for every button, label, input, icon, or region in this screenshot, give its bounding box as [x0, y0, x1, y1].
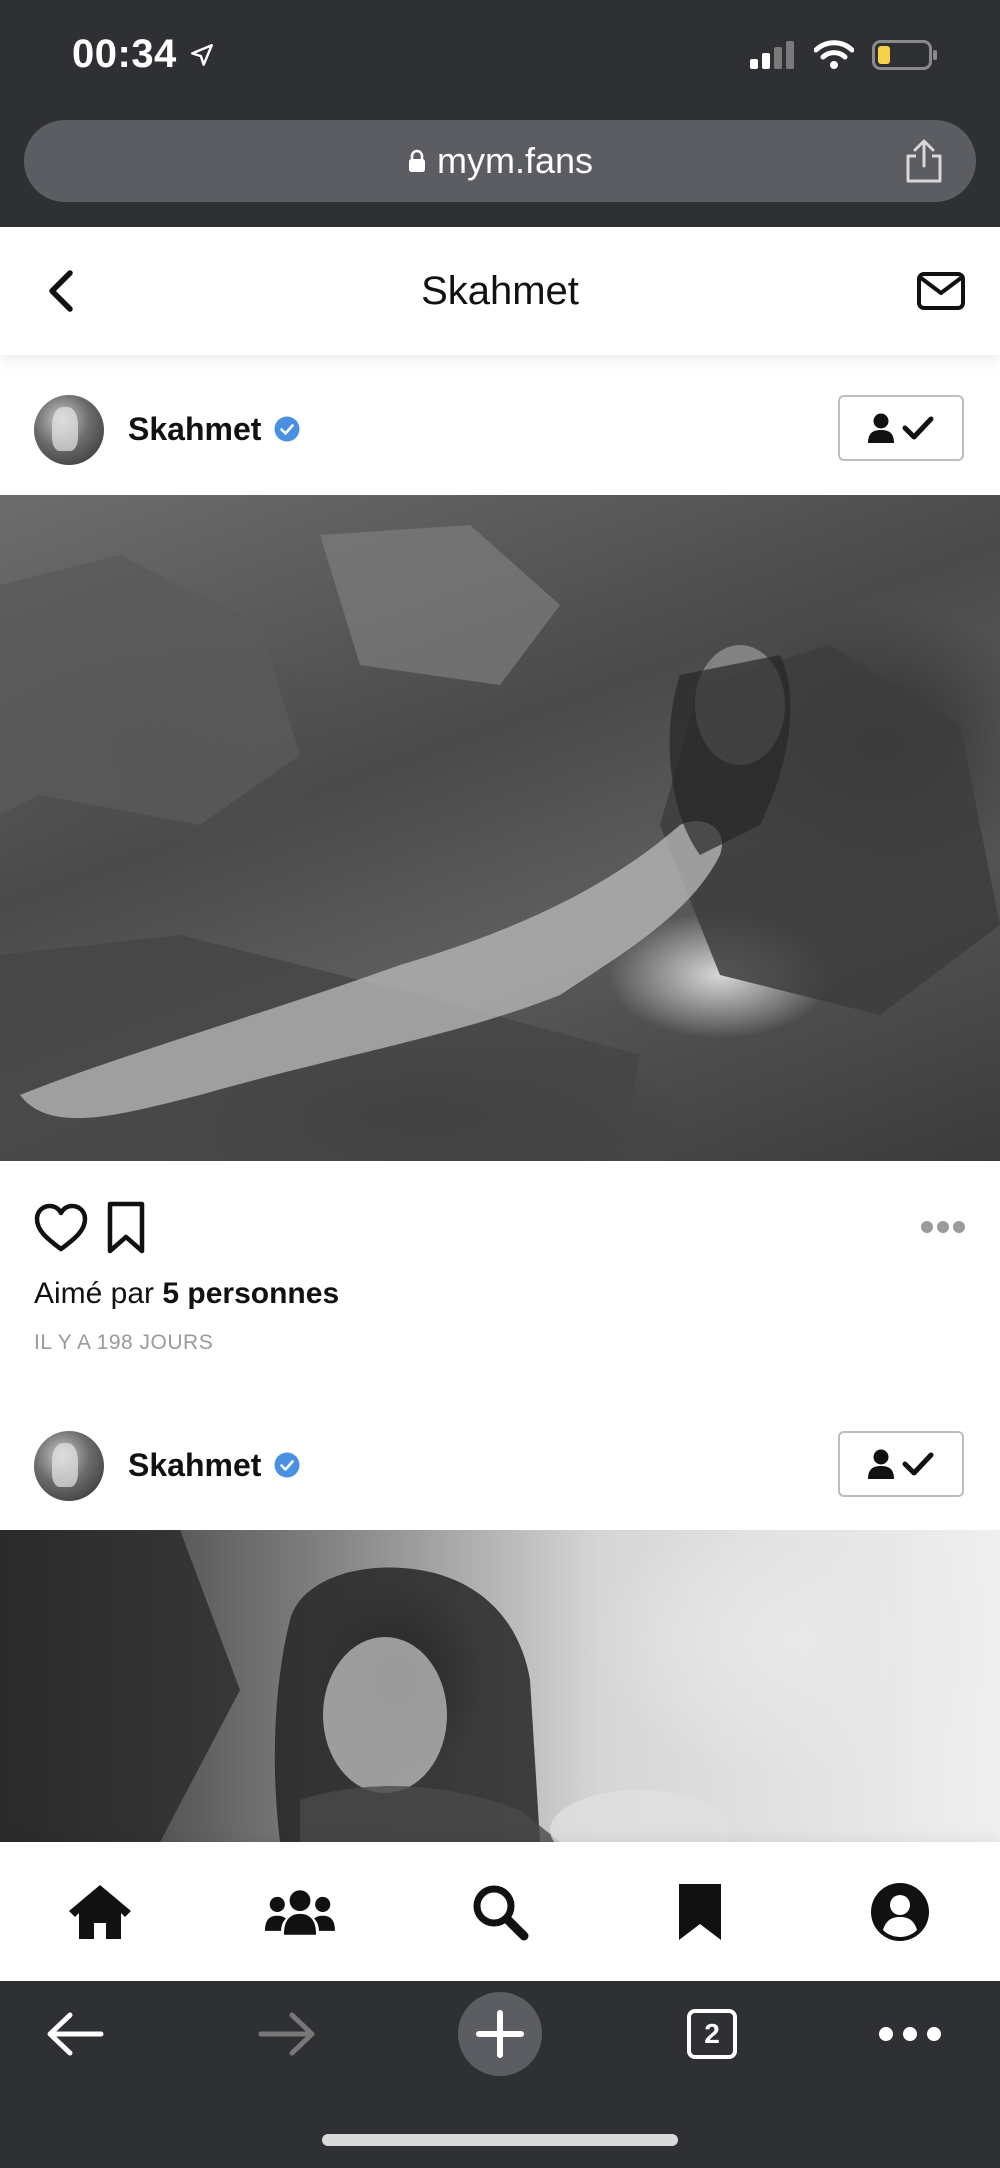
- arrow-right-icon: [258, 2012, 315, 2056]
- users-icon: [265, 1890, 335, 1935]
- bottom-navigation: [0, 1842, 1000, 1981]
- nav-search[interactable]: [465, 1880, 535, 1944]
- url-display[interactable]: mym.fans: [24, 120, 976, 202]
- bookmark-icon: [679, 1884, 721, 1940]
- app-header: Skahmet: [0, 227, 1000, 355]
- search-icon: [473, 1885, 529, 1941]
- tabs-button[interactable]: 2: [657, 1981, 767, 2087]
- lock-icon: [408, 149, 425, 172]
- checkmark-icon: [902, 416, 934, 440]
- url-text: mym.fans: [436, 140, 594, 181]
- browser-menu-button[interactable]: [855, 1981, 965, 2087]
- plus-circle: [458, 1992, 542, 2076]
- home-icon: [69, 1885, 131, 1939]
- battery-icon: [872, 40, 937, 70]
- home-indicator: [322, 2134, 678, 2146]
- wifi-icon: [814, 40, 854, 69]
- likes-count[interactable]: Aimé par 5 personnes: [34, 1277, 339, 1311]
- post-photo[interactable]: [0, 1530, 1000, 1842]
- photo-content: [0, 1530, 730, 1842]
- nav-community[interactable]: [265, 1880, 335, 1944]
- subscribed-button[interactable]: [838, 1431, 964, 1497]
- status-bar-time: 00:34: [72, 32, 215, 77]
- user-icon: [868, 1449, 894, 1479]
- nav-home[interactable]: [65, 1880, 135, 1944]
- post-actions: Aimé par 5 personnes IL Y A 198 JOURS: [0, 1161, 1000, 1401]
- user-icon: [868, 413, 894, 443]
- time-text: 00:34: [72, 32, 177, 76]
- mail-icon[interactable]: [916, 271, 966, 311]
- verified-badge-icon: [274, 1452, 300, 1478]
- avatar[interactable]: [34, 395, 104, 465]
- plus-icon: [476, 2010, 524, 2058]
- post-header: Skahmet: [0, 1401, 1000, 1531]
- cellular-signal-icon: [750, 41, 794, 69]
- address-bar[interactable]: mym.fans: [24, 120, 976, 202]
- subscribed-button[interactable]: [838, 395, 964, 461]
- status-indicators: [750, 40, 938, 70]
- post-header: Skahmet: [0, 365, 1000, 495]
- browser-bottom-bar: 2: [0, 1981, 1000, 2168]
- nav-bookmarks[interactable]: [665, 1880, 735, 1944]
- browser-forward-button[interactable]: [232, 1981, 342, 2087]
- checkmark-icon: [902, 1452, 934, 1476]
- post-timestamp: IL Y A 198 JOURS: [34, 1331, 214, 1354]
- likes-people: 5 personnes: [162, 1277, 340, 1310]
- new-tab-button[interactable]: [445, 1981, 555, 2087]
- page-title: Skahmet: [421, 268, 579, 313]
- more-options-icon[interactable]: [920, 1217, 966, 1237]
- post-photo[interactable]: [0, 495, 1000, 1161]
- heart-icon[interactable]: [34, 1203, 88, 1253]
- more-horizontal-icon: [879, 2027, 941, 2041]
- nav-profile[interactable]: [865, 1880, 935, 1944]
- photo-content: [0, 525, 1000, 1161]
- profile-icon: [871, 1883, 929, 1941]
- location-arrow-icon: [190, 43, 213, 66]
- tab-count: 2: [687, 2009, 737, 2059]
- share-icon[interactable]: [902, 138, 946, 184]
- likes-prefix: Aimé par: [34, 1277, 163, 1310]
- verified-badge-icon: [274, 416, 300, 442]
- author-name[interactable]: Skahmet: [128, 1447, 261, 1484]
- browser-back-button[interactable]: [20, 1981, 130, 2087]
- arrow-left-icon: [47, 2012, 104, 2056]
- author-name[interactable]: Skahmet: [128, 411, 261, 448]
- avatar[interactable]: [34, 1431, 104, 1501]
- browser-top-bar: 00:34 mym.fans: [0, 0, 1000, 227]
- bookmark-icon[interactable]: [106, 1201, 146, 1255]
